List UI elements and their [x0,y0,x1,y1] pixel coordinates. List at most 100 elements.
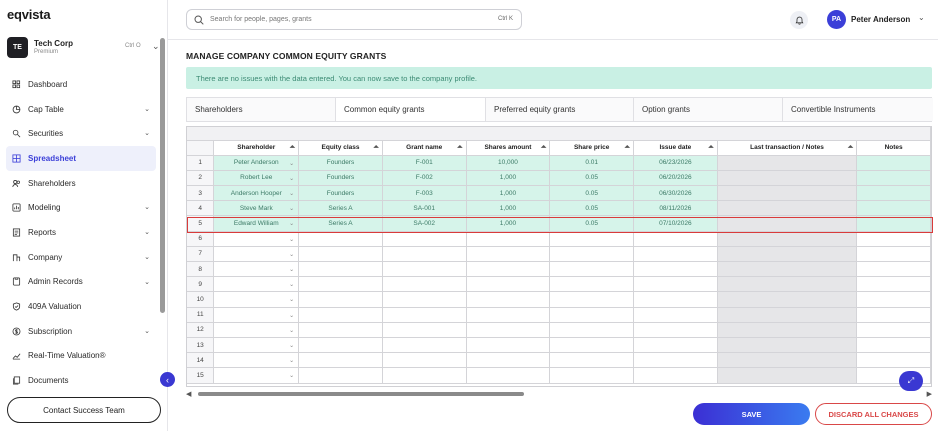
grid-cell[interactable]: 08/11/2026 [633,200,718,217]
grid-cell[interactable] [298,276,383,293]
pin-icon[interactable]: ⏶ [290,144,296,152]
table-row[interactable]: 4 Steve Mark ⌄ Series A SA-001 1,000 0.05 08/11… [187,200,931,217]
grid-cell[interactable]: 1,000 [466,170,551,187]
search-input[interactable]: Search for people, pages, grants Ctrl K [186,9,522,30]
grid-cell[interactable]: 0.05 [549,170,635,187]
grid-cell[interactable] [382,367,467,384]
table-row[interactable]: 12 ⌄ [187,322,931,338]
tab-preferred-equity-grants[interactable]: Preferred equity grants [486,98,634,121]
grid-cell[interactable] [717,185,858,202]
sidebar-item-spreadsheet[interactable]: Spreadsheet [6,146,156,171]
grid-cell[interactable] [382,337,467,354]
grid-cell[interactable] [382,246,467,263]
grid-cell[interactable]: F-002 [382,170,467,187]
tab-convertible-instruments[interactable]: Convertible Instruments [783,98,933,121]
grid-cell[interactable] [298,367,383,384]
horizontal-scrollbar[interactable]: ◀ ▶ [186,390,932,398]
pin-icon[interactable]: ⏶ [848,144,854,152]
grid-cell[interactable]: Peter Anderson ⌄ [213,155,300,171]
tab-option-grants[interactable]: Option grants [634,98,783,121]
table-row[interactable]: 3 Anderson Hooper ⌄ Founders F-003 1,000 0.05 0… [187,185,931,202]
grid-cell[interactable] [466,291,551,308]
grid-cell[interactable]: ⌄ [213,261,300,278]
grid-cell[interactable]: Series A [298,200,383,217]
grid-cell[interactable] [633,291,718,308]
grid-cell[interactable]: ⌄ [213,231,300,247]
grid-cell[interactable] [298,231,383,247]
grid-cell[interactable]: 0.01 [549,155,635,171]
grid-cell[interactable]: 06/23/2026 [633,155,718,171]
table-row[interactable]: 9 ⌄ [187,276,931,293]
chevron-down-icon[interactable]: ⌄ [289,327,294,334]
sidebar-item-admin-records[interactable]: Admin Records ⌄ [6,270,156,295]
grid-cell[interactable]: Steve Mark ⌄ [213,200,300,217]
grid-cell[interactable] [856,185,931,202]
grid-cell[interactable] [549,276,635,293]
grid-cell[interactable] [549,322,635,338]
sidebar-item-cap-table[interactable]: Cap Table ⌄ [6,97,156,122]
sidebar-item-shareholders[interactable]: Shareholders [6,171,156,196]
grid-cell[interactable] [549,307,635,323]
grid-cell[interactable] [549,261,635,278]
sidebar-item-modeling[interactable]: Modeling ⌄ [6,195,156,220]
grid-cell[interactable] [856,352,931,369]
expand-button[interactable]: ⤢ [899,371,923,391]
grid-cell[interactable] [717,367,858,384]
grid-cell[interactable] [466,307,551,323]
grid-cell[interactable]: ⌄ [213,276,300,293]
grid-cell[interactable] [298,307,383,323]
grid-cell[interactable] [466,261,551,278]
grid-cell[interactable] [549,337,635,354]
tab-common-equity-grants[interactable]: Common equity grants [336,98,486,121]
scroll-right-icon[interactable]: ▶ [927,390,932,398]
grid-cell[interactable] [466,337,551,354]
grid-cell[interactable] [633,367,718,384]
grid-cell[interactable]: ⌄ [213,307,300,323]
grid-cell[interactable]: Founders [298,170,383,187]
grid-cell[interactable] [717,307,858,323]
table-row[interactable]: 5 Edward William ⌄ Series A SA-002 1,000 0.05 0… [187,215,931,232]
grid-cell[interactable] [382,261,467,278]
grid-cell[interactable] [466,322,551,338]
grid-cell[interactable] [717,337,858,354]
grid-cell[interactable] [856,337,931,354]
grid-cell[interactable] [549,367,635,384]
table-row[interactable]: 15 ⌄ [187,367,931,384]
sidebar-item-subscription[interactable]: Subscription ⌄ [6,319,156,344]
grid-cell[interactable] [549,291,635,308]
grid-cell[interactable]: Robert Lee ⌄ [213,170,300,187]
pin-icon[interactable]: ⏶ [373,144,379,152]
sidebar-item-409a-valuation[interactable]: 409A Valuation [6,294,156,319]
grid-cell[interactable] [633,261,718,278]
grid-cell[interactable] [856,155,931,171]
grid-cell[interactable] [717,276,858,293]
grid-cell[interactable] [717,170,858,187]
pin-icon[interactable]: ⏶ [541,144,547,152]
chevron-down-icon[interactable]: ⌄ [289,372,294,379]
save-button[interactable]: SAVE [693,403,810,425]
grid-cell[interactable] [382,307,467,323]
grid-cell[interactable]: ⌄ [213,337,300,354]
grid-cell[interactable] [856,307,931,323]
grid-cell[interactable] [633,246,718,263]
scroll-left-icon[interactable]: ◀ [186,390,191,398]
grid-cell[interactable] [298,291,383,308]
grid-cell[interactable] [382,322,467,338]
table-row[interactable]: 7 ⌄ [187,246,931,263]
grid-cell[interactable]: 10,000 [466,155,551,171]
grid-cell[interactable]: SA-001 [382,200,467,217]
grid-cell[interactable] [856,170,931,187]
user-name[interactable]: Peter Anderson [851,15,910,24]
grid-cell[interactable] [717,200,858,217]
column-header[interactable]: Grant name ⏶ [382,140,467,156]
app-logo[interactable]: eqvista [7,7,51,22]
grid-cell[interactable] [549,231,635,247]
grid-cell[interactable] [717,291,858,308]
chevron-down-icon[interactable]: ⌄ [918,13,925,22]
grid-cell[interactable]: 06/20/2026 [633,170,718,187]
grid-cell[interactable] [717,155,858,171]
grid-cell[interactable] [382,231,467,247]
grid-cell[interactable] [466,352,551,369]
grid-cell[interactable] [856,200,931,217]
sidebar-item-documents[interactable]: Documents [6,368,156,393]
